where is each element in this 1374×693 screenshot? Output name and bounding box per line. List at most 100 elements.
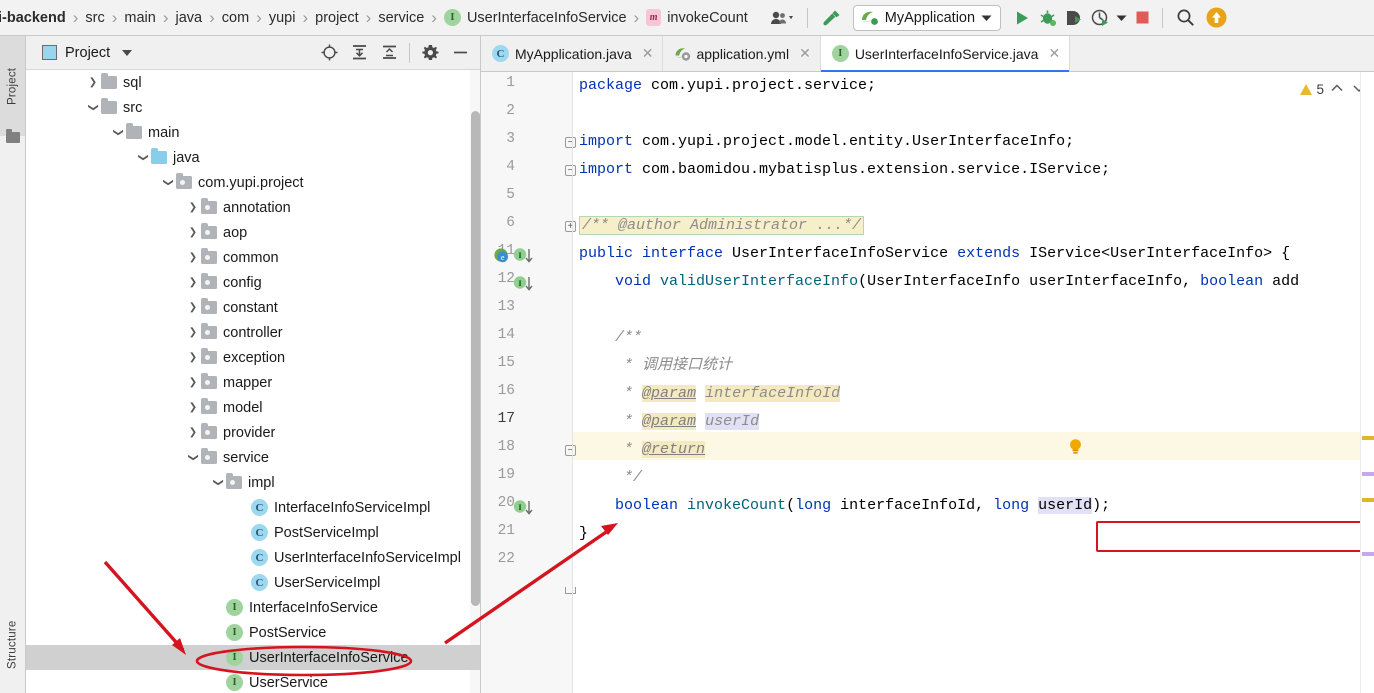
code-content[interactable]: package com.yupi.project.service; import … <box>573 72 1374 693</box>
close-icon[interactable]: ✕ <box>799 45 811 62</box>
tree-item[interactable]: config <box>26 270 480 295</box>
tree-item[interactable]: main <box>26 120 480 145</box>
expand-all-icon[interactable] <box>345 36 373 70</box>
minimize-icon[interactable] <box>446 36 474 70</box>
tree-item[interactable]: constant <box>26 295 480 320</box>
build-hammer-icon[interactable] <box>815 0 849 36</box>
tree-item[interactable]: aop <box>26 220 480 245</box>
chevron-right-icon[interactable] <box>85 70 101 95</box>
profiler-button[interactable] <box>1087 0 1113 36</box>
locate-icon[interactable] <box>315 36 343 70</box>
close-icon[interactable]: ✕ <box>1048 45 1060 62</box>
editor-tab-userinterfaceinfoservice[interactable]: I UserInterfaceInfoService.java ✕ <box>820 36 1071 72</box>
gear-icon[interactable] <box>416 36 444 70</box>
tree-item[interactable]: C UserServiceImpl <box>26 570 480 595</box>
tree-item[interactable]: I UserService <box>26 670 480 693</box>
tree-item[interactable]: impl <box>26 470 480 495</box>
chevron-down-icon[interactable] <box>135 145 151 170</box>
toolbar-divider <box>806 7 808 28</box>
implemented-by-gutter-icon[interactable]: I <box>513 247 533 269</box>
breadcrumb-item-service[interactable]: service <box>376 0 426 36</box>
tree-item-selected[interactable]: I UserInterfaceInfoService <box>26 645 480 670</box>
tree-item[interactable]: C InterfaceInfoServiceImpl <box>26 495 480 520</box>
breadcrumb-separator <box>361 0 377 36</box>
chevron-down-icon[interactable] <box>160 170 176 195</box>
package-icon <box>201 348 217 364</box>
editor-gutter[interactable]: 1 2 3 4 5 6 11 12 13 14 15 16 17 18 19 20 21 22− − + − e I I I <box>481 72 576 693</box>
tree-item[interactable]: src <box>26 95 480 120</box>
run-configuration-selector[interactable]: MyApplication <box>852 4 1002 31</box>
breadcrumb-item-method[interactable]: m invokeCount <box>644 0 750 36</box>
chevron-down-icon[interactable] <box>185 445 201 470</box>
marker-stripe[interactable] <box>1362 552 1374 556</box>
chevron-right-icon[interactable] <box>185 295 201 320</box>
breadcrumb-separator <box>204 0 220 36</box>
breadcrumb-item-interface[interactable]: I UserInterfaceInfoService <box>442 0 629 36</box>
chevron-down-icon[interactable] <box>85 95 101 120</box>
debug-button[interactable] <box>1035 0 1061 36</box>
run-button[interactable] <box>1009 0 1035 36</box>
tree-item[interactable]: provider <box>26 420 480 445</box>
collapsed-javadoc-fold[interactable]: /** @author Administrator ...*/ <box>579 216 865 235</box>
chevron-right-icon[interactable] <box>185 370 201 395</box>
tree-item[interactable]: C PostServiceImpl <box>26 520 480 545</box>
stop-button[interactable] <box>1129 0 1155 36</box>
collapse-all-icon[interactable] <box>375 36 403 70</box>
chevron-right-icon[interactable] <box>185 220 201 245</box>
class-icon: C <box>492 45 509 62</box>
chevron-right-icon[interactable] <box>185 320 201 345</box>
tree-item[interactable]: java <box>26 145 480 170</box>
tree-item[interactable]: model <box>26 395 480 420</box>
chevron-right-icon[interactable] <box>185 395 201 420</box>
search-icon[interactable] <box>1170 0 1200 36</box>
chevron-down-icon[interactable] <box>110 120 126 145</box>
breadcrumb-item-java[interactable]: java <box>173 0 204 36</box>
breadcrumb-item-main[interactable]: main <box>122 0 157 36</box>
marker-stripe[interactable] <box>1362 498 1374 502</box>
breadcrumb-item-project[interactable]: project <box>313 0 361 36</box>
profiler-dropdown-icon[interactable] <box>1113 0 1129 36</box>
marker-gutter[interactable] <box>1360 72 1374 693</box>
spring-bean-gutter-icon[interactable]: e <box>493 247 511 268</box>
breadcrumb-item-src[interactable]: src <box>83 0 106 36</box>
tree-item-label: PostServiceImpl <box>274 524 379 541</box>
close-icon[interactable]: ✕ <box>642 45 654 62</box>
implemented-by-gutter-icon[interactable]: I <box>513 499 533 521</box>
tree-item[interactable]: mapper <box>26 370 480 395</box>
stripe-button-structure[interactable]: Structure <box>0 596 25 693</box>
tree-item-label: common <box>223 249 279 266</box>
code-line-javadoc-param-1: * @param interfaceInfoId <box>624 385 841 402</box>
breadcrumb-item-root[interactable]: i-backend <box>0 0 68 36</box>
stripe-button-project[interactable]: Project <box>0 36 25 136</box>
tree-item[interactable]: common <box>26 245 480 270</box>
tree-item[interactable]: I PostService <box>26 620 480 645</box>
members-dropdown-icon[interactable] <box>766 0 800 36</box>
tree-item[interactable]: annotation <box>26 195 480 220</box>
editor-tab-myapplication[interactable]: C MyApplication.java ✕ <box>481 36 664 71</box>
breadcrumb-item-yupi[interactable]: yupi <box>267 0 298 36</box>
chevron-right-icon[interactable] <box>185 195 201 220</box>
tree-item[interactable]: controller <box>26 320 480 345</box>
marker-stripe[interactable] <box>1362 472 1374 476</box>
folder-icon <box>6 129 20 143</box>
tree-item[interactable]: I InterfaceInfoService <box>26 595 480 620</box>
tree-item-label: java <box>173 149 200 166</box>
tree-item[interactable]: C UserInterfaceInfoServiceImpl <box>26 545 480 570</box>
tree-item[interactable]: sql <box>26 70 480 95</box>
marker-stripe[interactable] <box>1362 436 1374 440</box>
chevron-right-icon[interactable] <box>185 420 201 445</box>
chevron-down-icon[interactable] <box>210 470 226 495</box>
chevron-down-icon[interactable] <box>122 49 133 56</box>
chevron-right-icon[interactable] <box>185 345 201 370</box>
editor-tab-application-yml[interactable]: application.yml ✕ <box>663 36 821 71</box>
chevron-right-icon[interactable] <box>185 270 201 295</box>
tree-item[interactable]: service <box>26 445 480 470</box>
updates-available-icon[interactable] <box>1200 0 1232 36</box>
chevron-right-icon[interactable] <box>185 245 201 270</box>
tree-item[interactable]: exception <box>26 345 480 370</box>
run-with-coverage-button[interactable] <box>1061 0 1087 36</box>
tree-item[interactable]: com.yupi.project <box>26 170 480 195</box>
implemented-by-gutter-icon[interactable]: I <box>513 275 533 297</box>
tree-scrollbar-thumb[interactable] <box>471 111 480 606</box>
breadcrumb-item-com[interactable]: com <box>220 0 251 36</box>
